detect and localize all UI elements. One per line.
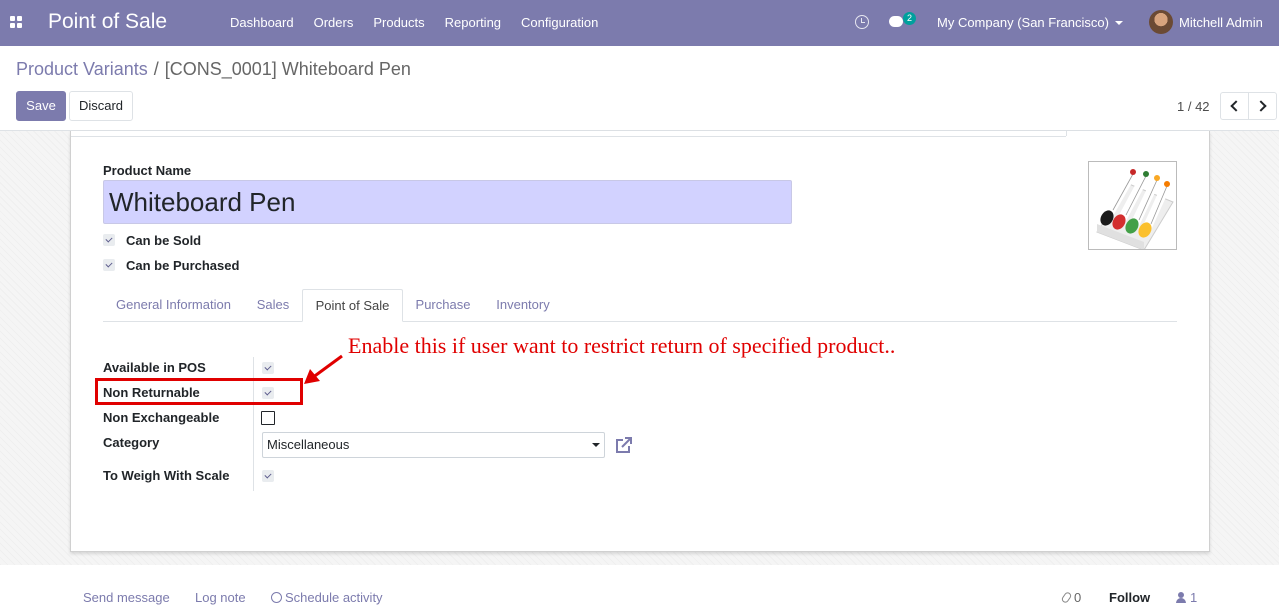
tab-purchase[interactable]: Purchase — [403, 289, 483, 322]
available-in-pos-label: Available in POS — [103, 360, 206, 375]
form-tabs: General Information Sales Point of Sale … — [103, 289, 1177, 322]
category-value: Miscellaneous — [267, 437, 350, 452]
product-image[interactable] — [1088, 161, 1177, 251]
tab-general-information[interactable]: General Information — [103, 289, 244, 322]
discard-button[interactable]: Discard — [69, 91, 133, 121]
sheet-divider-vertical — [1066, 131, 1067, 136]
attachments-button[interactable]: 0 — [1060, 590, 1082, 605]
app-title[interactable]: Point of Sale — [48, 10, 167, 34]
main-menu: Dashboard Orders Products Reporting Conf… — [220, 0, 608, 46]
menu-products[interactable]: Products — [363, 0, 434, 46]
chevron-left-icon — [1230, 100, 1242, 112]
followers-button[interactable]: 1 — [1176, 590, 1197, 605]
non-exchangeable-checkbox[interactable] — [261, 411, 275, 425]
breadcrumb: Product Variants / [CONS_0001] Whiteboard … — [16, 59, 411, 80]
clock-icon — [271, 592, 282, 603]
log-note-button[interactable]: Log note — [195, 590, 246, 605]
save-button[interactable]: Save — [16, 91, 66, 121]
to-weigh-with-scale-checkbox[interactable] — [262, 470, 274, 482]
can-be-purchased-row: Can be Purchased — [103, 257, 239, 273]
send-message-button[interactable]: Send message — [83, 590, 170, 605]
company-switcher[interactable]: My Company (San Francisco) — [937, 0, 1123, 46]
breadcrumb-current: [CONS_0001] Whiteboard Pen — [164, 59, 411, 79]
sheet-divider — [71, 136, 1066, 137]
external-link-icon[interactable] — [614, 435, 634, 455]
chat-badge: 2 — [903, 12, 916, 25]
can-be-purchased-checkbox[interactable] — [103, 259, 115, 271]
control-panel: Product Variants / [CONS_0001] Whiteboard … — [0, 46, 1279, 131]
annotation-highlight-box — [95, 378, 303, 405]
dropdown-arrow-icon — [592, 443, 600, 447]
chevron-right-icon — [1255, 100, 1267, 112]
can-be-sold-checkbox[interactable] — [103, 234, 115, 246]
tab-inventory[interactable]: Inventory — [483, 289, 563, 322]
chat-icon[interactable] — [889, 16, 903, 27]
user-icon — [1176, 592, 1186, 603]
followers-count: 1 — [1190, 590, 1198, 605]
category-label: Category — [103, 435, 160, 450]
available-in-pos-checkbox[interactable] — [262, 362, 274, 374]
menu-dashboard[interactable]: Dashboard — [220, 0, 304, 46]
chatter: Send message Log note Schedule activity … — [0, 565, 1279, 608]
can-be-sold-label: Can be Sold — [126, 232, 202, 248]
menu-reporting[interactable]: Reporting — [435, 0, 511, 46]
company-name: My Company (San Francisco) — [937, 15, 1109, 30]
category-select[interactable]: Miscellaneous — [262, 432, 605, 458]
schedule-activity-label: Schedule activity — [285, 590, 383, 605]
breadcrumb-parent[interactable]: Product Variants — [16, 59, 148, 79]
tab-sales[interactable]: Sales — [244, 289, 302, 322]
can-be-purchased-label: Can be Purchased — [126, 257, 240, 273]
avatar[interactable] — [1149, 10, 1173, 34]
apps-grid-icon[interactable] — [10, 16, 22, 28]
top-navbar: Point of Sale Dashboard Orders Products … — [0, 0, 1279, 46]
user-menu[interactable]: Mitchell Admin — [1179, 0, 1263, 46]
caret-down-icon — [1114, 21, 1123, 25]
product-name-label: Product Name — [103, 163, 192, 178]
annotation-text: Enable this if user want to restrict ret… — [348, 333, 896, 358]
paperclip-icon — [1060, 590, 1073, 605]
schedule-activity-button[interactable]: Schedule activity — [271, 590, 383, 605]
pager-previous-button[interactable] — [1220, 92, 1249, 120]
annotation-arrow-icon — [304, 354, 343, 384]
activity-clock-icon[interactable] — [855, 15, 869, 29]
non-exchangeable-label: Non Exchangeable — [103, 410, 220, 425]
pager-value[interactable]: 1 / 42 — [1177, 99, 1210, 114]
attachments-count: 0 — [1074, 590, 1082, 605]
menu-configuration[interactable]: Configuration — [511, 0, 608, 46]
tab-point-of-sale[interactable]: Point of Sale — [302, 289, 403, 322]
product-name-input[interactable]: Whiteboard Pen — [103, 180, 792, 224]
follow-button[interactable]: Follow — [1109, 590, 1150, 605]
can-be-sold-row: Can be Sold — [103, 232, 201, 248]
pager-next-button[interactable] — [1248, 92, 1277, 120]
to-weigh-with-scale-label: To Weigh With Scale — [103, 468, 230, 483]
menu-orders[interactable]: Orders — [304, 0, 364, 46]
whiteboard-pen-image — [1096, 167, 1174, 251]
breadcrumb-separator: / — [153, 59, 159, 79]
